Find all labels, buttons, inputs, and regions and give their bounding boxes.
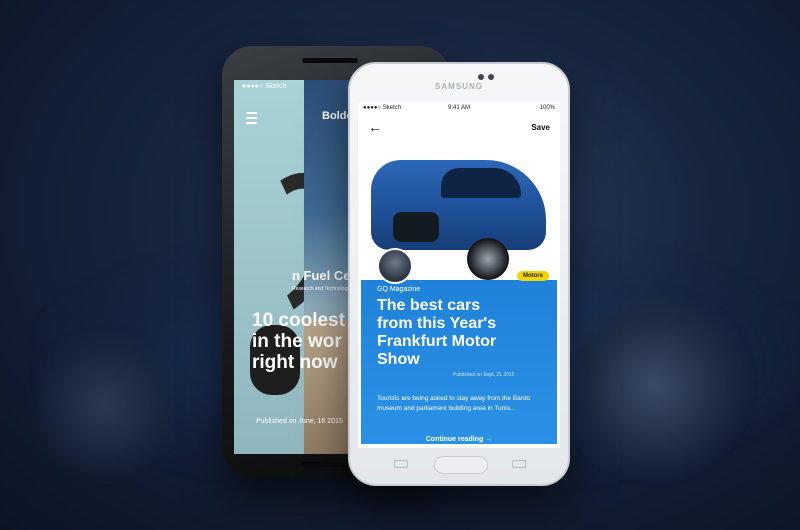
brand-logo: SAMSUNG [435, 82, 483, 91]
recent-apps-key[interactable] [394, 460, 408, 468]
article-headline[interactable]: 10 coolest in the wor right now [252, 310, 345, 373]
continue-reading-link[interactable]: Continue reading → [361, 436, 557, 443]
status-bar: ●●●●○ Sketch 9:41 AM 100% [358, 102, 560, 116]
home-button[interactable] [434, 456, 488, 474]
back-arrow-icon[interactable]: ← [368, 120, 382, 134]
article-description: Tourists are being asked to stay away fr… [377, 395, 531, 412]
article-headline: The best cars from this Year's Frankfurt… [377, 297, 497, 368]
background-wheel-blur [560, 290, 750, 480]
menu-icon[interactable] [246, 112, 257, 127]
camera-icon [478, 74, 484, 80]
car-image [371, 160, 546, 280]
headphones-panel [234, 80, 355, 454]
save-button[interactable]: Save [531, 123, 550, 132]
speaker-grille [302, 58, 358, 63]
background-wheel-blur [30, 330, 180, 480]
published-date: Published on Sept, 21 2015 [453, 372, 515, 378]
category-tag[interactable]: Motors [517, 271, 549, 281]
status-time: 9:41 AM [447, 105, 470, 111]
article-card[interactable]: Motors GQ Magazine The best cars from th… [361, 140, 557, 444]
front-phone-screen: ●●●●○ Sketch 9:41 AM 100% ← Save Motors … [358, 102, 560, 448]
sensor-icon [488, 74, 494, 80]
published-date: Published on June, 16 2015 [256, 418, 343, 425]
back-key[interactable] [512, 460, 526, 468]
source-label: GQ Magazine [377, 286, 421, 293]
fuel-cell-subtext: Research and Technology [292, 286, 350, 292]
author-avatar[interactable] [377, 248, 413, 284]
battery-level: 100% [539, 105, 555, 111]
front-phone: SAMSUNG ●●●●○ Sketch 9:41 AM 100% ← Save… [348, 62, 570, 486]
